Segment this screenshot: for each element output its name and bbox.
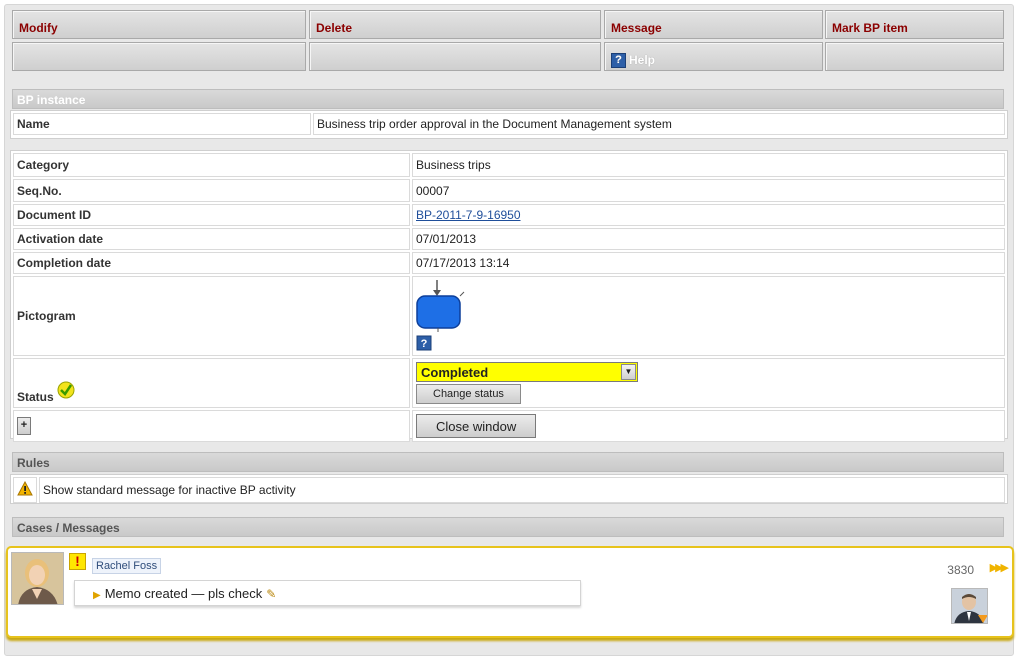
seq-label: Seq.No.	[13, 179, 410, 202]
pictogram: ?	[416, 280, 466, 352]
change-status-button[interactable]: Change status	[416, 384, 521, 404]
docid-label: Document ID	[13, 204, 410, 226]
avatar-man-icon	[952, 589, 987, 623]
exclamation-icon: !	[69, 553, 86, 570]
message-card: ! Rachel Foss ▶ Memo created — pls check ✎…	[6, 546, 1014, 638]
close-window-button[interactable]: Close window	[416, 414, 537, 438]
completion-value: 07/17/2013 13:14	[412, 252, 1005, 274]
expand-button[interactable]: +	[17, 417, 31, 435]
help-icon: ?	[611, 52, 626, 68]
warning-cell	[13, 477, 37, 503]
pencil-icon[interactable]: ✎	[266, 587, 276, 601]
status-value: Completed	[421, 365, 489, 380]
toolbar-empty-slot	[825, 42, 1004, 71]
status-select[interactable]: Completed ▼	[416, 362, 638, 382]
document-id-link[interactable]: BP-2011-7-9-16950	[416, 208, 521, 222]
bp-instance-header: BP instance	[12, 89, 1004, 109]
rules-header: Rules	[12, 452, 1004, 472]
author-avatar[interactable]	[11, 552, 64, 605]
memo-text: Memo created — pls check	[104, 586, 263, 601]
toolbar: Modify Delete Message Mark BP item ? Hel…	[12, 10, 1004, 74]
recipient-avatar[interactable]	[951, 588, 988, 624]
help-button[interactable]: ? Help	[604, 42, 823, 71]
name-label: Name	[13, 113, 311, 135]
activation-label: Activation date	[13, 228, 410, 250]
activation-value: 07/01/2013	[412, 228, 1005, 250]
expand-cell: +	[13, 410, 410, 442]
dropdown-arrow-icon[interactable]: ▼	[621, 364, 636, 380]
details-panel: Category Business trips Seq.No. 00007 Do…	[10, 150, 1008, 442]
modify-button[interactable]: Modify	[12, 10, 306, 39]
category-label: Category	[13, 153, 410, 177]
message-button[interactable]: Message	[604, 10, 823, 39]
warning-icon	[17, 480, 33, 496]
delete-button[interactable]: Delete	[309, 10, 601, 39]
help-label: Help	[629, 53, 656, 67]
bp-instance-panel: Name Business trip order approval in the…	[10, 110, 1008, 139]
status-label-cell: Status	[13, 358, 410, 408]
author-name[interactable]: Rachel Foss	[92, 558, 162, 574]
check-icon	[57, 381, 75, 399]
category-value: Business trips	[412, 153, 1005, 177]
avatar-woman-icon	[12, 553, 63, 604]
cases-header: Cases / Messages	[12, 517, 1004, 537]
docid-cell: BP-2011-7-9-16950	[412, 204, 1005, 226]
seq-value: 00007	[412, 179, 1005, 202]
rule-item: Show standard message for inactive BP ac…	[39, 477, 1005, 503]
toolbar-empty-slot	[12, 42, 306, 71]
arrow-right-icon: ▶	[93, 590, 101, 601]
status-label: Status	[17, 390, 54, 404]
mark-bp-item-button[interactable]: Mark BP item	[825, 10, 1004, 39]
pictogram-cell: ?	[412, 276, 1005, 356]
toolbar-empty-slot	[309, 42, 601, 71]
memo-item[interactable]: ▶ Memo created — pls check ✎	[74, 580, 581, 606]
close-cell: Close window	[412, 410, 1005, 442]
status-cell: Completed ▼ Change status	[412, 358, 1005, 408]
pictogram-label: Pictogram	[13, 276, 410, 356]
rules-panel: Show standard message for inactive BP ac…	[10, 474, 1008, 504]
svg-text:?: ?	[421, 338, 428, 350]
name-value: Business trip order approval in the Docu…	[313, 113, 1005, 135]
activity-node-icon: ?	[416, 280, 465, 351]
completion-label: Completion date	[13, 252, 410, 274]
message-number: 3830	[947, 563, 974, 577]
arrows-right-icon[interactable]: ▶▶▶	[990, 561, 1009, 574]
